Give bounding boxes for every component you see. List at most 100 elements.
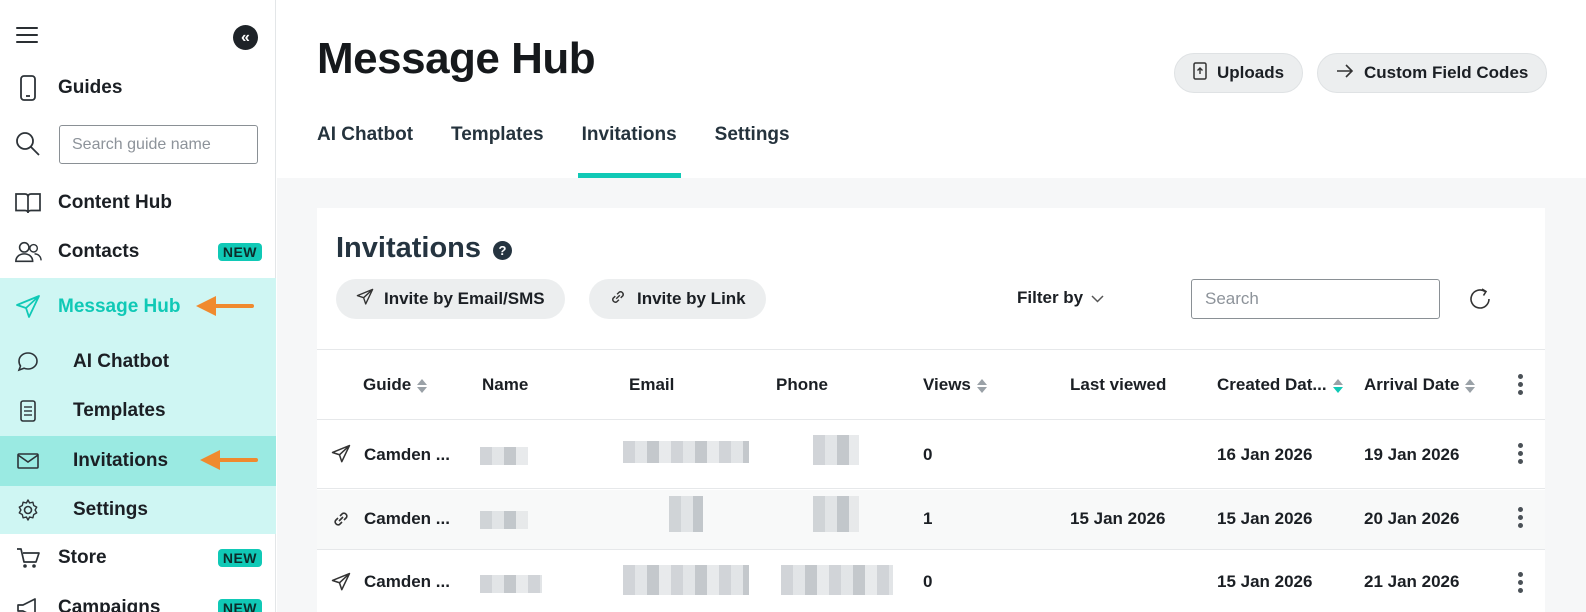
cell-guide: Camden ... bbox=[364, 445, 450, 464]
redacted-email bbox=[623, 565, 749, 595]
sidebar-item-label: Campaigns bbox=[58, 597, 161, 612]
sidebar-item-templates[interactable]: Templates bbox=[0, 395, 276, 427]
sidebar-item-label: Templates bbox=[73, 400, 166, 421]
help-icon[interactable]: ? bbox=[493, 241, 512, 260]
main-area: Message Hub Uploads Custom Field Codes A… bbox=[277, 0, 1586, 612]
redacted-name bbox=[480, 511, 528, 529]
cell-created-date: 15 Jan 2026 bbox=[1217, 572, 1313, 591]
redacted-name bbox=[480, 447, 528, 465]
filter-by-dropdown[interactable]: Filter by bbox=[1017, 288, 1104, 308]
invitations-card: Invitations ? Invite by Email/SMS Invite… bbox=[317, 208, 1545, 612]
filter-by-label: Filter by bbox=[1017, 288, 1084, 307]
cart-icon bbox=[14, 544, 42, 572]
invite-email-sms-label: Invite by Email/SMS bbox=[384, 289, 545, 308]
tab-invitations[interactable]: Invitations bbox=[577, 120, 681, 178]
search-input[interactable] bbox=[1191, 279, 1440, 319]
sidebar-item-label: Settings bbox=[73, 499, 148, 520]
custom-field-codes-label: Custom Field Codes bbox=[1364, 63, 1529, 82]
tab-templates[interactable]: Templates bbox=[451, 120, 544, 178]
invite-email-sms-button[interactable]: Invite by Email/SMS bbox=[336, 279, 565, 319]
document-icon bbox=[14, 397, 42, 425]
send-icon bbox=[14, 293, 42, 321]
chevron-down-icon bbox=[1091, 292, 1104, 306]
column-arrival-date[interactable]: Arrival Date bbox=[1364, 375, 1476, 395]
cell-guide: Camden ... bbox=[364, 509, 450, 528]
redacted-name bbox=[480, 575, 542, 593]
row-options-icon[interactable] bbox=[1518, 507, 1524, 531]
cell-views: 0 bbox=[923, 445, 933, 464]
column-phone: Phone bbox=[776, 375, 828, 394]
invite-link-label: Invite by Link bbox=[637, 289, 746, 308]
book-icon bbox=[14, 189, 42, 217]
cell-arrival-date: 20 Jan 2026 bbox=[1364, 509, 1460, 528]
sidebar-item-label: Message Hub bbox=[58, 296, 181, 317]
search-icon bbox=[14, 130, 42, 158]
sidebar-item-label: Store bbox=[58, 547, 107, 568]
column-created-date[interactable]: Created Dat... bbox=[1217, 375, 1343, 395]
column-name: Name bbox=[482, 375, 529, 394]
page-header: Message Hub Uploads Custom Field Codes A… bbox=[277, 0, 1586, 178]
tab-settings[interactable]: Settings bbox=[715, 120, 790, 178]
row-options-icon[interactable] bbox=[1518, 572, 1524, 596]
table-row[interactable]: Camden ... 0 15 Jan 2026 21 Jan 2026 bbox=[317, 551, 1545, 612]
redacted-email bbox=[623, 441, 749, 463]
sort-desc-icon bbox=[1332, 378, 1343, 394]
sidebar-item-contacts[interactable]: Contacts NEW bbox=[0, 236, 276, 268]
sidebar-item-label: Guides bbox=[58, 77, 123, 98]
link-icon bbox=[609, 288, 627, 311]
section-title: Invitations bbox=[336, 232, 482, 264]
table-row[interactable]: Camden ... 1 15 Jan 2026 15 Jan 2026 20 … bbox=[317, 490, 1545, 550]
refresh-icon[interactable] bbox=[1465, 284, 1495, 314]
table-row[interactable]: Camden ... 0 16 Jan 2026 19 Jan 2026 bbox=[317, 421, 1545, 489]
sidebar-item-label: Content Hub bbox=[58, 192, 172, 213]
collapse-sidebar-icon[interactable]: « bbox=[233, 25, 258, 50]
phone-icon bbox=[14, 74, 42, 102]
custom-field-codes-button[interactable]: Custom Field Codes bbox=[1317, 53, 1548, 93]
upload-file-icon bbox=[1193, 61, 1207, 85]
sidebar-item-campaigns[interactable]: Campaigns NEW bbox=[0, 592, 276, 612]
column-guide[interactable]: Guide bbox=[363, 375, 428, 395]
column-views[interactable]: Views bbox=[923, 375, 987, 395]
tab-ai-chatbot[interactable]: AI Chatbot bbox=[317, 120, 413, 178]
send-icon bbox=[331, 444, 353, 466]
sort-icon bbox=[1465, 378, 1476, 394]
sidebar-item-settings[interactable]: Settings bbox=[0, 494, 276, 526]
sidebar-top: « bbox=[0, 0, 276, 70]
send-icon bbox=[356, 288, 374, 311]
column-guide-label: Guide bbox=[363, 375, 412, 394]
sidebar-item-ai-chatbot[interactable]: AI Chatbot bbox=[0, 346, 276, 378]
column-email: Email bbox=[629, 375, 675, 394]
megaphone-icon bbox=[14, 594, 42, 612]
redacted-email bbox=[669, 496, 703, 532]
page-title: Message Hub bbox=[317, 34, 596, 83]
sidebar-item-store[interactable]: Store NEW bbox=[0, 542, 276, 574]
column-options-icon[interactable] bbox=[1518, 374, 1524, 398]
column-created-label: Created Dat... bbox=[1217, 375, 1327, 394]
hamburger-menu-icon[interactable] bbox=[16, 27, 38, 45]
row-options-icon[interactable] bbox=[1518, 443, 1524, 467]
column-last-viewed: Last viewed bbox=[1070, 375, 1167, 394]
search-guide-input[interactable] bbox=[59, 125, 258, 164]
sidebar-item-label: Invitations bbox=[73, 450, 169, 471]
uploads-button[interactable]: Uploads bbox=[1174, 53, 1304, 93]
sort-icon bbox=[976, 378, 987, 394]
redacted-phone bbox=[813, 496, 859, 532]
column-arrival-label: Arrival Date bbox=[1364, 375, 1460, 394]
cell-arrival-date: 21 Jan 2026 bbox=[1364, 572, 1460, 591]
send-icon bbox=[331, 572, 353, 594]
cell-last-viewed: 15 Jan 2026 bbox=[1070, 509, 1166, 528]
cell-created-date: 15 Jan 2026 bbox=[1217, 509, 1313, 528]
table-header: Guide Name Email Phone Views Last viewed… bbox=[317, 349, 1545, 420]
sidebar-item-content-hub[interactable]: Content Hub bbox=[0, 187, 276, 219]
sidebar-item-guides[interactable]: Guides bbox=[0, 72, 276, 104]
arrow-right-icon bbox=[1336, 63, 1354, 83]
cell-views: 0 bbox=[923, 572, 933, 591]
redacted-phone bbox=[781, 565, 893, 595]
new-badge: NEW bbox=[217, 243, 262, 261]
invite-link-button[interactable]: Invite by Link bbox=[589, 279, 766, 319]
annotation-arrow bbox=[200, 450, 262, 470]
hub-tabs: AI Chatbot Templates Invitations Setting… bbox=[317, 120, 828, 178]
users-icon bbox=[14, 238, 42, 266]
chat-bubble-icon bbox=[14, 348, 42, 376]
cell-arrival-date: 19 Jan 2026 bbox=[1364, 445, 1460, 464]
